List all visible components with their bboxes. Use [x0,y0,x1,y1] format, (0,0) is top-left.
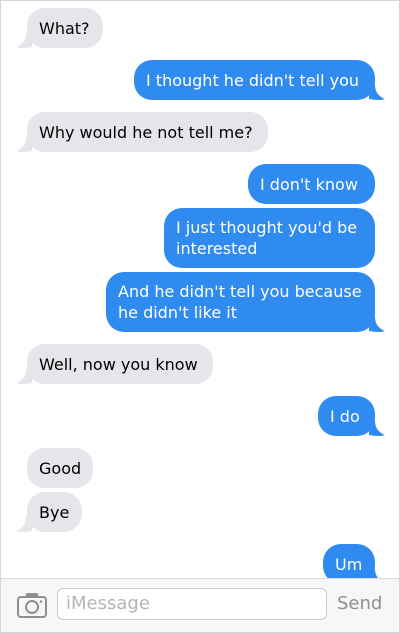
message-text: Um [335,555,363,574]
message-bubble-outgoing: I don't know [248,164,375,204]
imessage-window: What? I thought he didn't tell you Why w… [0,0,400,633]
bubble-tail [16,517,32,533]
bubble-tail [369,85,385,101]
bubble-tail [369,421,385,437]
bubble-tail [16,369,32,385]
message-text: Well, now you know [39,355,198,374]
message-bubble-outgoing: And he didn't tell you because he didn't… [106,272,375,332]
message-text: Good [39,459,82,478]
bubble-tail [16,33,32,49]
message-text: What? [39,19,90,38]
message-text: I thought he didn't tell you [146,71,360,90]
message-bubble-incoming: What? [27,8,103,48]
message-bubble-outgoing: I do [318,396,375,436]
message-thread[interactable]: What? I thought he didn't tell you Why w… [1,1,399,579]
bubble-tail [16,137,32,153]
message-bubble-incoming: Why would he not tell me? [27,112,268,152]
message-bubble-outgoing: I thought he didn't tell you [134,60,375,100]
message-bubble-outgoing: Um [323,544,375,579]
camera-icon[interactable] [17,592,47,618]
message-text: I don't know [260,175,358,194]
message-text: And he didn't tell you because he didn't… [118,282,362,322]
message-text: I do [330,407,360,426]
send-button[interactable]: Send [337,593,382,614]
message-input-placeholder: iMessage [66,593,150,614]
message-input[interactable]: iMessage [57,588,327,620]
message-bubble-incoming: Good [27,448,93,488]
message-composer: iMessage Send [1,578,399,632]
bubble-tail [369,317,385,333]
message-text: Why would he not tell me? [39,123,253,142]
message-bubble-incoming: Bye [27,492,82,532]
message-text: I just thought you'd be interested [176,218,358,258]
message-bubble-outgoing: I just thought you'd be interested [164,208,375,268]
message-bubble-incoming: Well, now you know [27,344,213,384]
message-text: Bye [39,503,70,522]
